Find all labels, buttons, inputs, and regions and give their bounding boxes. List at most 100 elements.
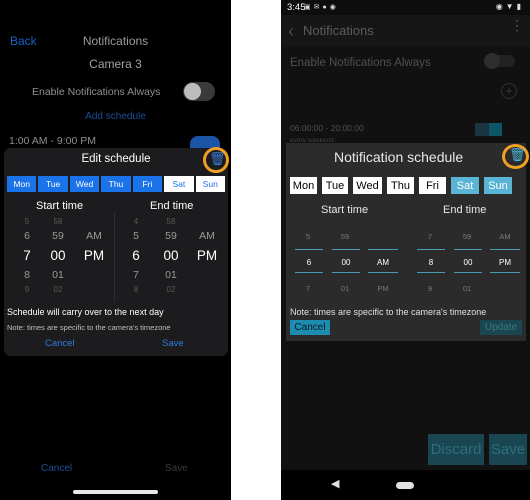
day-button-thu[interactable]: Thu xyxy=(387,177,414,194)
wheel-item: 01 xyxy=(52,269,64,281)
day-button-mon[interactable]: Mon xyxy=(7,176,37,192)
trash-icon[interactable]: 🗑 xyxy=(509,148,526,162)
wheel-item: 7 xyxy=(133,269,139,281)
discard-button[interactable]: Discard xyxy=(428,434,484,465)
wheel-selected-minute: 00 xyxy=(50,248,66,263)
day-button-fri[interactable]: Fri xyxy=(419,177,446,194)
end-time-picker[interactable]: 7 8 9 59 00 01 AM PM xyxy=(414,229,524,299)
day-button-sun[interactable]: Sun xyxy=(195,176,225,192)
picker-line xyxy=(454,249,482,250)
overflow-menu-icon[interactable]: ⋮ xyxy=(510,18,524,32)
android-screen: 3:45 ▣✉●◉ ◉▼▮ ‹ Notifications ⋮ Enable N… xyxy=(281,0,530,500)
picker-line xyxy=(417,249,445,250)
wheel-item: AM xyxy=(199,230,215,242)
footer-cancel-button[interactable]: Cancel xyxy=(41,463,72,474)
notification-icons: ▣✉●◉ xyxy=(304,4,339,11)
end-time-picker[interactable]: 4 5 6 7 8 58 59 00 01 02 AM PM xyxy=(123,214,223,304)
picker-line xyxy=(417,272,445,273)
system-icons: ◉▼▮ xyxy=(495,2,524,11)
wheel-item: 8 xyxy=(24,269,30,281)
schedule-toggle-track[interactable] xyxy=(475,123,489,136)
enable-notifications-toggle[interactable] xyxy=(183,82,215,101)
picker-divider xyxy=(114,212,115,302)
save-button[interactable]: Save xyxy=(489,434,527,465)
picker-prev-hour: 7 xyxy=(427,232,433,241)
nav-home-icon[interactable] xyxy=(396,482,414,489)
schedule-time-label: 1:00 AM - 9:00 PM xyxy=(9,135,96,147)
status-clock: 3:45 xyxy=(287,2,306,13)
picker-next-minute: 01 xyxy=(462,284,472,293)
day-button-tue[interactable]: Tue xyxy=(322,177,348,194)
picker-prev-hour: 5 xyxy=(305,232,311,241)
day-button-sun[interactable]: Sun xyxy=(484,177,512,194)
day-selector: Mon Tue Wed Thu Fri Sat Sun xyxy=(290,177,520,194)
toggle-knob xyxy=(484,53,500,69)
wheel-selected-hour: 6 xyxy=(132,248,140,263)
picker-line xyxy=(332,249,360,250)
start-time-picker[interactable]: 5 6 7 59 00 01 AM PM xyxy=(292,229,402,299)
dialog-cancel-button[interactable]: Cancel xyxy=(290,320,330,335)
page-title: Notifications xyxy=(303,23,374,38)
home-indicator xyxy=(73,490,158,494)
start-time-picker[interactable]: 5 6 7 8 9 58 59 00 01 02 AM PM xyxy=(12,214,110,304)
day-button-sat[interactable]: Sat xyxy=(451,177,479,194)
picker-ampm[interactable]: PM xyxy=(490,258,520,267)
nav-back-icon[interactable]: ◀ xyxy=(331,477,339,490)
picker-next-hour: 9 xyxy=(427,284,433,293)
day-button-mon[interactable]: Mon xyxy=(290,177,317,194)
dialog-update-button[interactable]: Update xyxy=(480,320,522,335)
toggle-knob xyxy=(184,83,201,100)
add-schedule-icon[interactable]: + xyxy=(501,83,517,99)
start-time-heading: Start time xyxy=(321,204,369,216)
picker-line xyxy=(490,272,520,273)
end-time-heading: End time xyxy=(150,200,194,212)
picker-prev-minute: 59 xyxy=(462,232,472,241)
day-button-wed[interactable]: Wed xyxy=(353,177,382,194)
modal-save-button[interactable]: Save xyxy=(162,338,184,349)
start-time-heading: Start time xyxy=(36,200,84,212)
wheel-item: 58 xyxy=(53,217,63,226)
wheel-item: 4 xyxy=(133,217,139,226)
modal-cancel-button[interactable]: Cancel xyxy=(45,338,75,349)
footer-save-button[interactable]: Save xyxy=(165,463,188,474)
day-button-thu[interactable]: Thu xyxy=(101,176,131,192)
picker-line xyxy=(368,272,398,273)
back-arrow-icon[interactable]: ‹ xyxy=(288,21,294,42)
picker-hour[interactable]: 8 xyxy=(417,258,445,267)
wheel-item: 58 xyxy=(166,217,176,226)
enable-notifications-toggle[interactable] xyxy=(484,53,515,69)
wheel-selected-hour: 7 xyxy=(23,248,31,263)
picker-line xyxy=(490,249,520,250)
wheel-item: 59 xyxy=(52,230,64,242)
day-button-fri[interactable]: Fri xyxy=(132,176,163,192)
wheel-selected-ampm: PM xyxy=(196,248,218,263)
add-schedule-link[interactable]: Add schedule xyxy=(0,111,231,122)
picker-hour[interactable]: 6 xyxy=(295,258,323,267)
trash-icon[interactable]: 🗑 xyxy=(209,152,226,166)
day-button-tue[interactable]: Tue xyxy=(38,176,68,192)
picker-line xyxy=(368,249,398,250)
picker-ampm[interactable]: AM xyxy=(368,258,398,267)
page-title: Notifications xyxy=(82,34,149,48)
modal-title: Edit schedule xyxy=(81,153,151,165)
edit-schedule-modal: Edit schedule 🗑 Mon Tue Wed Thu Fri Sat … xyxy=(4,147,229,356)
wheel-selected-minute: 00 xyxy=(163,248,179,263)
app-bar: ‹ Notifications ⋮ xyxy=(281,15,530,47)
end-time-heading: End time xyxy=(443,204,487,216)
schedule-time-label: 06:00:00 - 20:00:00 xyxy=(290,123,364,133)
picker-prev-minute: 59 xyxy=(340,232,350,241)
status-bar: 3:45 ▣✉●◉ ◉▼▮ xyxy=(281,0,530,15)
carry-over-note: Schedule will carry over to the next day xyxy=(7,307,164,317)
schedule-toggle-thumb[interactable] xyxy=(489,123,502,136)
day-button-sat[interactable]: Sat xyxy=(164,176,194,192)
day-button-wed[interactable]: Wed xyxy=(69,176,100,192)
wheel-item: 59 xyxy=(165,230,177,242)
picker-minute[interactable]: 00 xyxy=(454,258,482,267)
wheel-item: 02 xyxy=(166,285,176,294)
navigation-bar: ◀ xyxy=(281,470,530,500)
picker-line xyxy=(454,272,482,273)
picker-minute[interactable]: 00 xyxy=(332,258,360,267)
enable-notifications-label: Enable Notifications Always xyxy=(32,86,161,98)
wheel-item: 9 xyxy=(24,285,30,294)
notification-schedule-dialog: Notification schedule 🗑 Mon Tue Wed Thu … xyxy=(286,143,529,341)
